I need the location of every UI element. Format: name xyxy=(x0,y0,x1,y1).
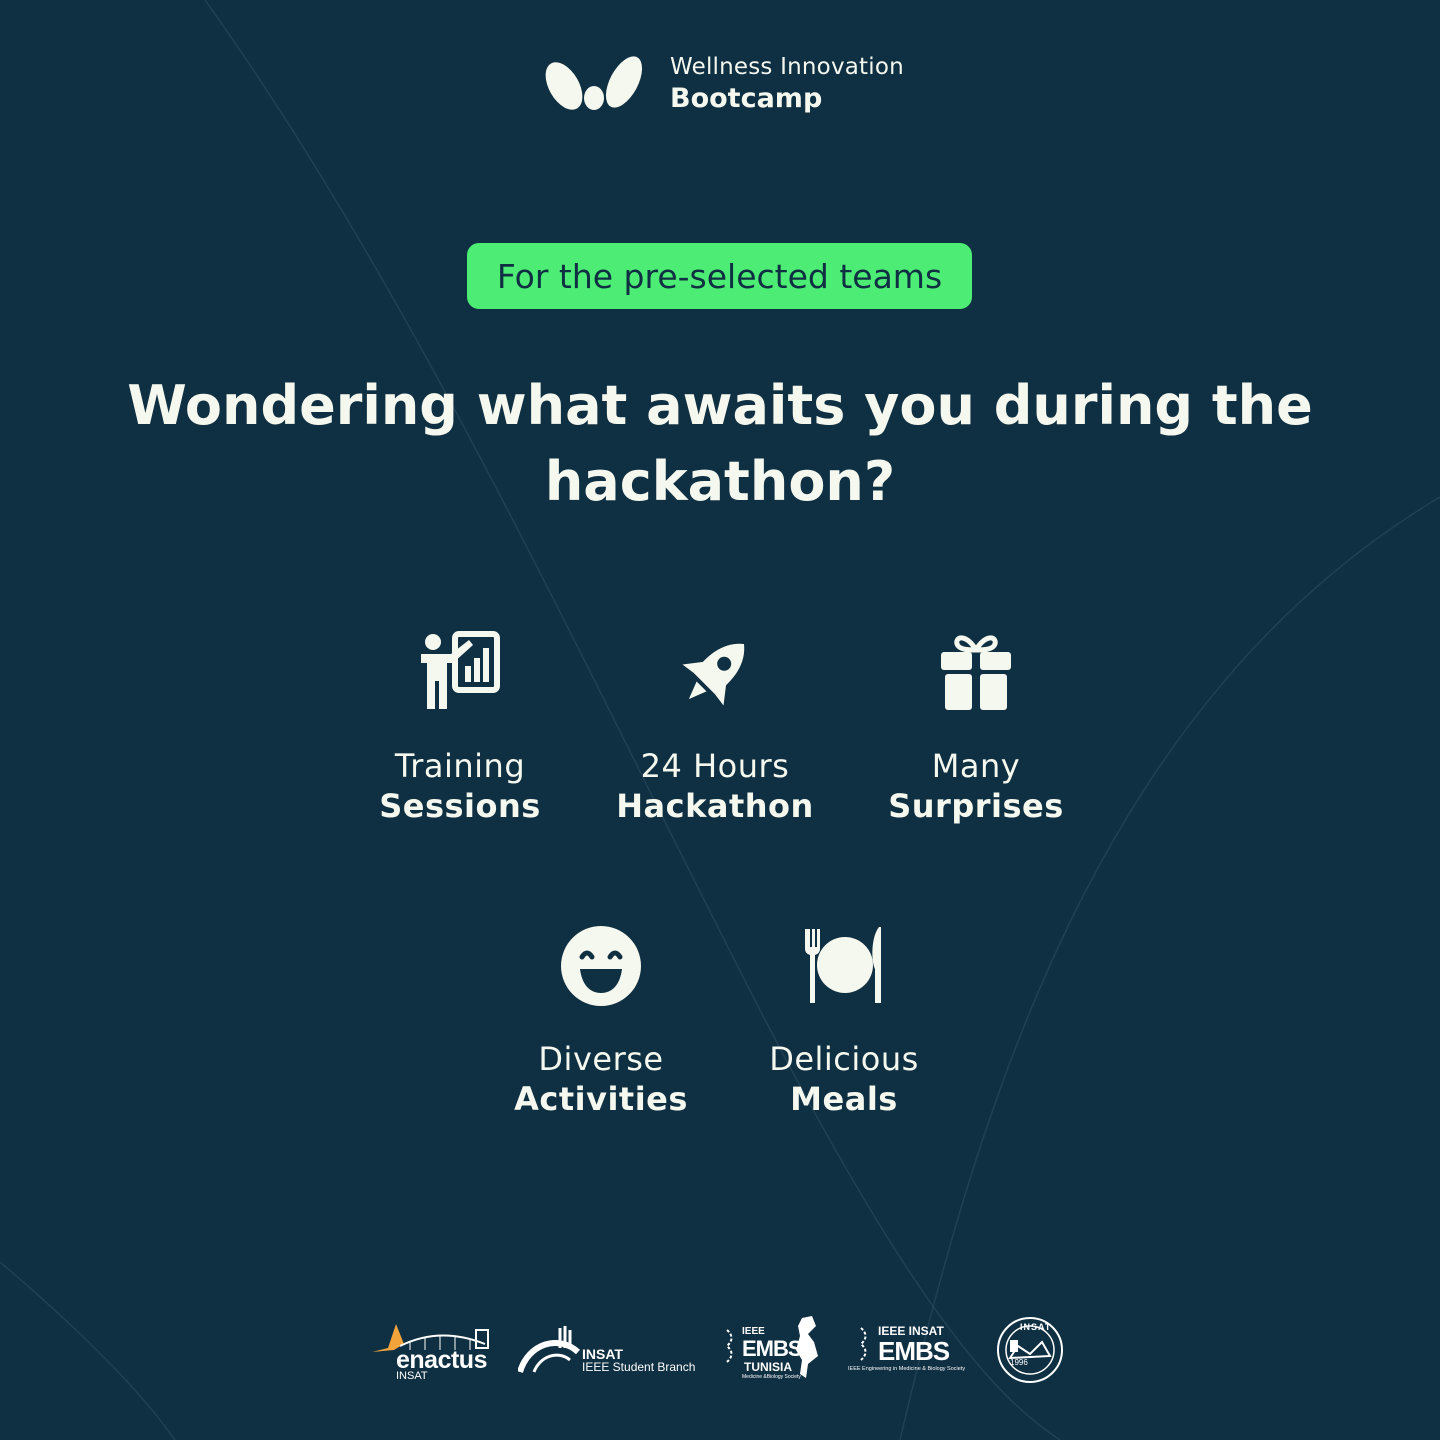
embs-name: EMBS xyxy=(742,1336,803,1361)
insat-seal-year: 1996 xyxy=(1010,1358,1028,1367)
feature-label-bottom: Sessions xyxy=(379,787,541,825)
headline-line1: Wondering what awaits you during the xyxy=(127,374,1313,437)
feature-label-bottom: Activities xyxy=(514,1080,688,1118)
w-logo-icon xyxy=(545,56,643,110)
brand-header: Wellness Innovation Bootcamp xyxy=(538,52,904,116)
feature-many-surprises: Many Surprises xyxy=(846,628,1106,826)
plate-cutlery-icon xyxy=(804,927,881,1003)
enactus-logo: enactus INSAT xyxy=(370,1310,495,1390)
insat-seal-logo: INSAT 1996 xyxy=(996,1310,1066,1390)
feature-label-bottom: Meals xyxy=(790,1080,898,1118)
feature-24h-hackathon: 24 Hours Hackathon xyxy=(585,628,845,826)
gift-icon xyxy=(941,635,1011,710)
feature-label-bottom: Hackathon xyxy=(616,787,814,825)
dna-icon xyxy=(725,1329,733,1363)
feature-training-sessions: Training Sessions xyxy=(330,628,590,826)
feature-diverse-activities: Diverse Activities xyxy=(471,921,731,1119)
brand-text: Wellness Innovation Bootcamp xyxy=(670,52,904,116)
partner-logos: enactus INSAT INSAT IEEE Student Branch … xyxy=(0,1310,1440,1390)
feature-label-top: Delicious xyxy=(769,1040,919,1078)
ieee-insat-embs-logo: IEEE INSAT EMBS IEEE Engineering in Medi… xyxy=(846,1310,972,1390)
rocket-icon xyxy=(682,643,745,706)
feature-label-top: 24 Hours xyxy=(640,747,790,785)
insat-embs-name: EMBS xyxy=(878,1336,950,1366)
dna-icon xyxy=(859,1327,867,1361)
feature-label-bottom: Surprises xyxy=(888,787,1064,825)
feature-label-top: Training xyxy=(394,747,526,785)
brand-title: Bootcamp xyxy=(670,83,823,114)
ieee-embs-tunisia-logo: IEEE EMBS TUNISIA Medicine &Biology Soci… xyxy=(724,1310,824,1390)
feature-label-top: Diverse xyxy=(538,1040,664,1078)
presentation-icon xyxy=(421,631,500,709)
audience-badge: For the pre-selected teams xyxy=(467,243,972,309)
insat-embs-tagline: IEEE Engineering in Medicine & Biology S… xyxy=(848,1366,966,1372)
headline-line2: hackathon? xyxy=(544,450,896,513)
headline: Wondering what awaits you during the hac… xyxy=(120,368,1320,520)
brand-subtitle: Wellness Innovation xyxy=(670,54,904,80)
feature-delicious-meals: Delicious Meals xyxy=(714,921,974,1119)
insat-ieee-sb-logo: INSAT IEEE Student Branch xyxy=(518,1310,698,1390)
embs-country: TUNISIA xyxy=(744,1360,792,1374)
enactus-sub: INSAT xyxy=(396,1370,428,1382)
smile-icon xyxy=(561,926,641,1006)
embs-tagline: Medicine &Biology Society xyxy=(742,1374,801,1380)
insat-arch-icon xyxy=(518,1326,580,1373)
insat-sb-sub: IEEE Student Branch xyxy=(582,1360,696,1374)
feature-label-top: Many xyxy=(931,747,1021,785)
insat-seal-name: INSAT xyxy=(1020,1322,1052,1332)
